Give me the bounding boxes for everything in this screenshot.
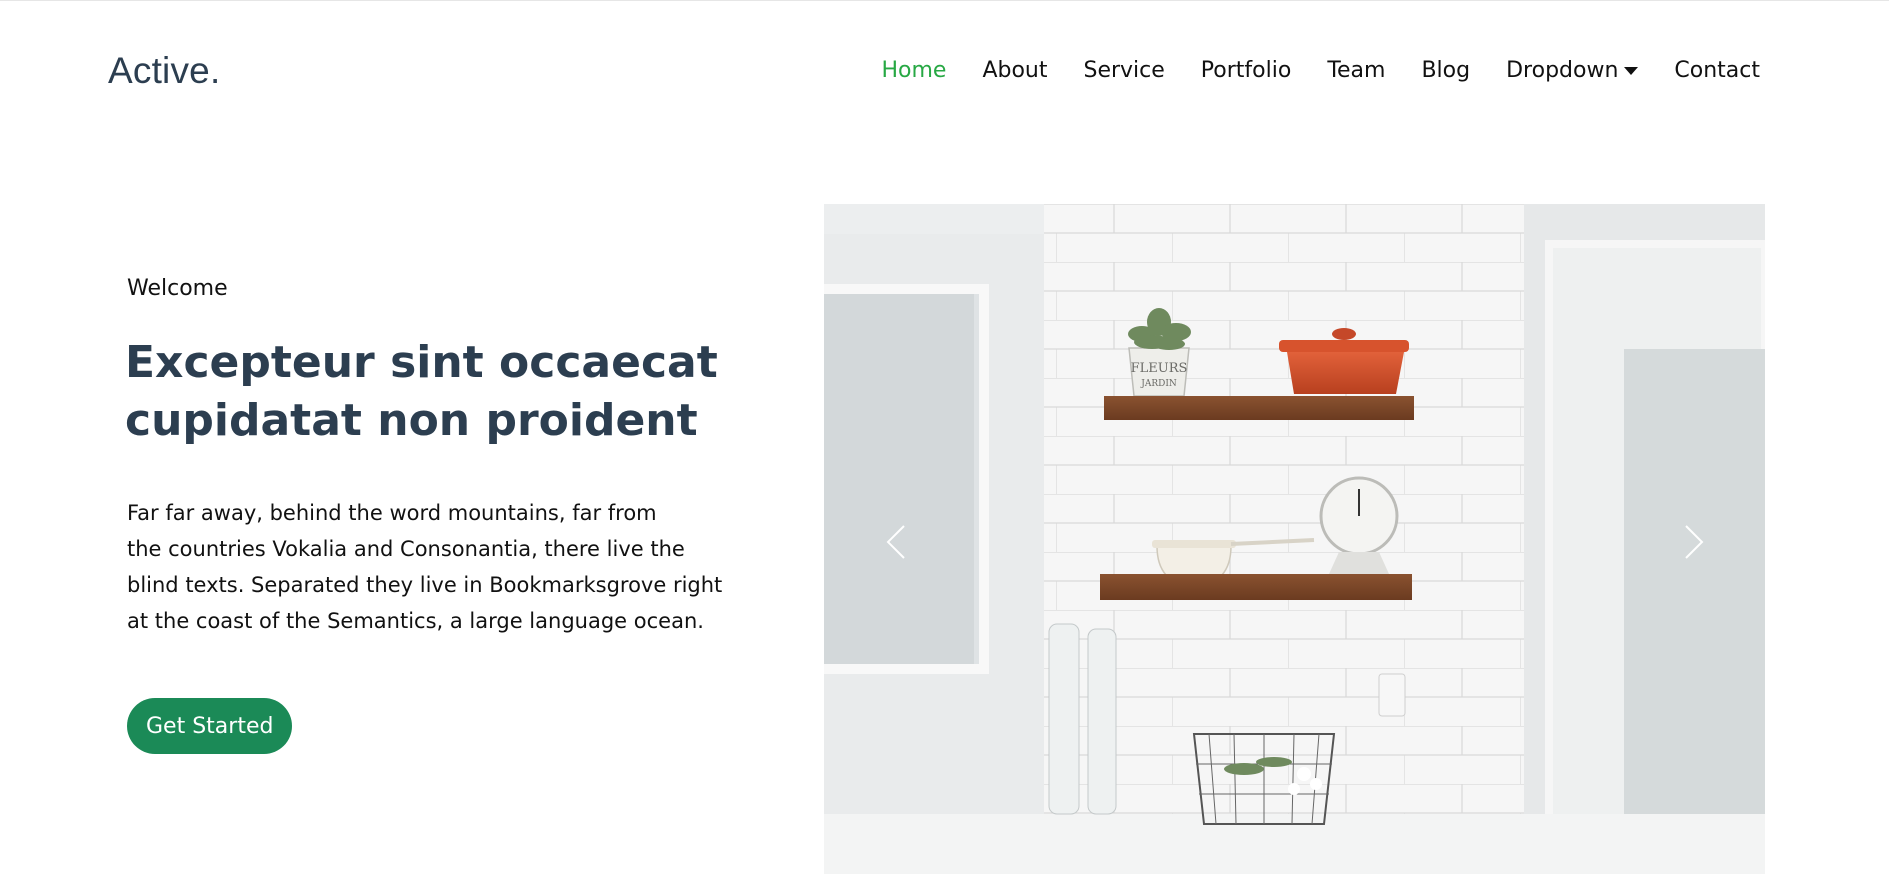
nav-service[interactable]: Service — [1083, 58, 1164, 83]
top-border — [0, 0, 1889, 1]
hero-paragraph-line: at the coast of the Semantics, a large l… — [127, 609, 704, 633]
chevron-right-icon[interactable] — [1672, 522, 1712, 562]
pot-label-line2: JARDIN — [1140, 379, 1177, 389]
hero-paragraph: Far far away, behind the word mountains,… — [127, 495, 747, 639]
nav-portfolio[interactable]: Portfolio — [1201, 58, 1292, 83]
hero-title: Excepteur sint occaecat cupidatat non pr… — [125, 334, 765, 450]
kitchen-shelves-image: FLEURS JARDIN — [824, 204, 1765, 874]
hero-paragraph-line: blind texts. Separated they live in Book… — [127, 573, 723, 597]
nav-home[interactable]: Home — [881, 58, 946, 83]
hero-eyebrow: Welcome — [127, 276, 228, 301]
nav-blog[interactable]: Blog — [1421, 58, 1470, 83]
pot-label-line1: FLEURS — [1131, 361, 1188, 376]
hero-paragraph-line: the countries Vokalia and Consonantia, t… — [127, 537, 685, 561]
caret-down-icon — [1624, 66, 1639, 75]
hero-title-line: cupidatat non proident — [125, 395, 698, 446]
hero-paragraph-line: Far far away, behind the word mountains,… — [127, 501, 657, 525]
chevron-left-icon[interactable] — [878, 522, 918, 562]
nav-dropdown[interactable]: Dropdown — [1506, 58, 1639, 83]
nav-team[interactable]: Team — [1327, 58, 1385, 83]
main-nav: Home About Service Portfolio Team Blog D… — [845, 58, 1760, 83]
nav-contact[interactable]: Contact — [1674, 58, 1760, 83]
nav-about[interactable]: About — [982, 58, 1047, 83]
get-started-button[interactable]: Get Started — [127, 698, 293, 754]
nav-dropdown-label: Dropdown — [1506, 58, 1619, 83]
brand-logo[interactable]: Active. — [108, 50, 220, 92]
hero-title-line: Excepteur sint occaecat — [125, 337, 718, 388]
hero-carousel: FLEURS JARDIN — [824, 204, 1765, 874]
